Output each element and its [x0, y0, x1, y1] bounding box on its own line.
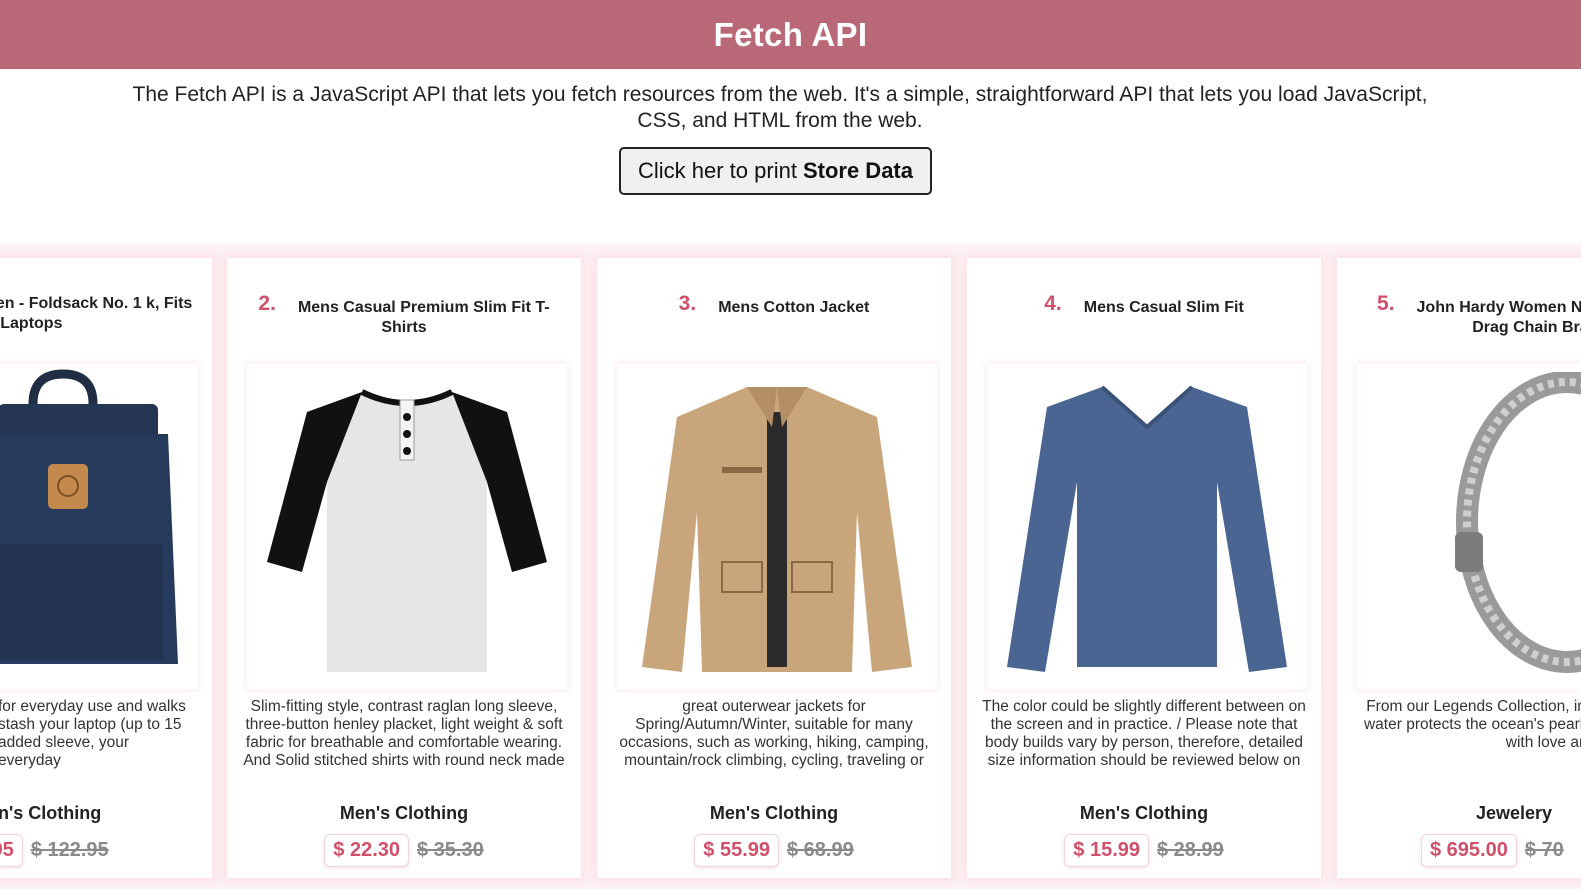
product-price: $ 695.00: [1421, 834, 1517, 867]
price-row: $ 695.00 $ 70: [1421, 834, 1581, 867]
print-button-label: Click her to print: [638, 158, 797, 183]
product-category: Men's Clothing: [1079, 803, 1209, 823]
product-card[interactable]: 4. Mens Casual Slim Fit The color could b…: [967, 258, 1321, 878]
product-title: 3. Mens Cotton Jacket: [678, 292, 870, 316]
product-image: [987, 364, 1307, 689]
product-category: Men's Clothing: [709, 803, 839, 823]
product-image: [1357, 364, 1581, 689]
product-description: great outerwear jackets for Spring/Autum…: [619, 698, 929, 769]
product-image: [247, 364, 567, 689]
intro-text: The Fetch API is a JavaScript API that l…: [132, 83, 1428, 132]
product-price: .95: [0, 834, 23, 867]
price-row: .95 $ 122.95: [0, 834, 212, 867]
page-header: Fetch API: [0, 0, 1581, 69]
product-image: [0, 364, 198, 689]
product-old-price: $ 122.95: [30, 839, 109, 861]
bracelet-image: [1455, 371, 1581, 673]
product-price: $ 55.99: [694, 834, 779, 867]
product-old-price: $ 35.30: [417, 839, 484, 861]
product-title: aven - Foldsack No. 1 k, Fits 15 Laptops: [0, 295, 193, 332]
print-button-bold-label: Store Data: [802, 158, 913, 183]
product-number: 2.: [258, 292, 276, 315]
product-category: n's Clothing: [0, 803, 102, 823]
product-image: [617, 364, 937, 689]
product-title: 2. Mens Casual Premium Slim Fit T-Shirts: [258, 292, 550, 336]
jacket-image: [642, 386, 912, 672]
product-number: 5.: [1377, 292, 1395, 315]
product-number: 4.: [1044, 292, 1062, 315]
product-card[interactable]: aven - Foldsack No. 1 k, Fits 15 Laptops…: [0, 258, 212, 878]
product-old-price: $ 70: [1524, 839, 1564, 861]
price-row: $ 22.30 $ 35.30: [227, 834, 581, 867]
product-title: 5.John Hardy Women Naga Gold & Silver Dr…: [1377, 292, 1581, 336]
price-row: $ 55.99 $ 68.99: [597, 834, 951, 867]
product-description: Slim-fitting style, contrast raglan long…: [243, 698, 565, 769]
long-sleeve-shirt-image: [1007, 385, 1287, 672]
product-description: From our Legends Collection, inspired by…: [1363, 698, 1581, 751]
product-card[interactable]: 2. Mens Casual Premium Slim Fit T-Shirts …: [227, 258, 581, 878]
product-price: $ 15.99: [1064, 834, 1149, 867]
product-title: 4. Mens Casual Slim Fit: [1044, 292, 1244, 316]
product-description-visible: for everyday use and walks stash your la…: [0, 698, 186, 769]
product-category: Men's Clothing: [339, 803, 469, 823]
product-price: $ 22.30: [324, 834, 409, 867]
raglan-shirt-image: [267, 388, 547, 672]
product-description: The color could be slightly different be…: [982, 698, 1306, 769]
product-card[interactable]: 5.John Hardy Women Naga Gold & Silver Dr…: [1337, 258, 1581, 878]
backpack-image: [0, 369, 178, 664]
product-number: 3.: [678, 292, 697, 315]
product-carousel[interactable]: aven - Foldsack No. 1 k, Fits 15 Laptops…: [0, 244, 1581, 889]
product-category: Jewelery: [1475, 803, 1553, 823]
product-card[interactable]: 3. Mens Cotton Jacket great outerwear jac…: [597, 258, 951, 878]
product-old-price: $ 28.99: [1157, 839, 1224, 861]
price-row: $ 15.99 $ 28.99: [967, 834, 1321, 867]
page-title: Fetch API: [713, 15, 868, 53]
product-old-price: $ 68.99: [787, 839, 854, 861]
print-store-data-button[interactable]: Click her to print Store Data: [619, 147, 932, 195]
